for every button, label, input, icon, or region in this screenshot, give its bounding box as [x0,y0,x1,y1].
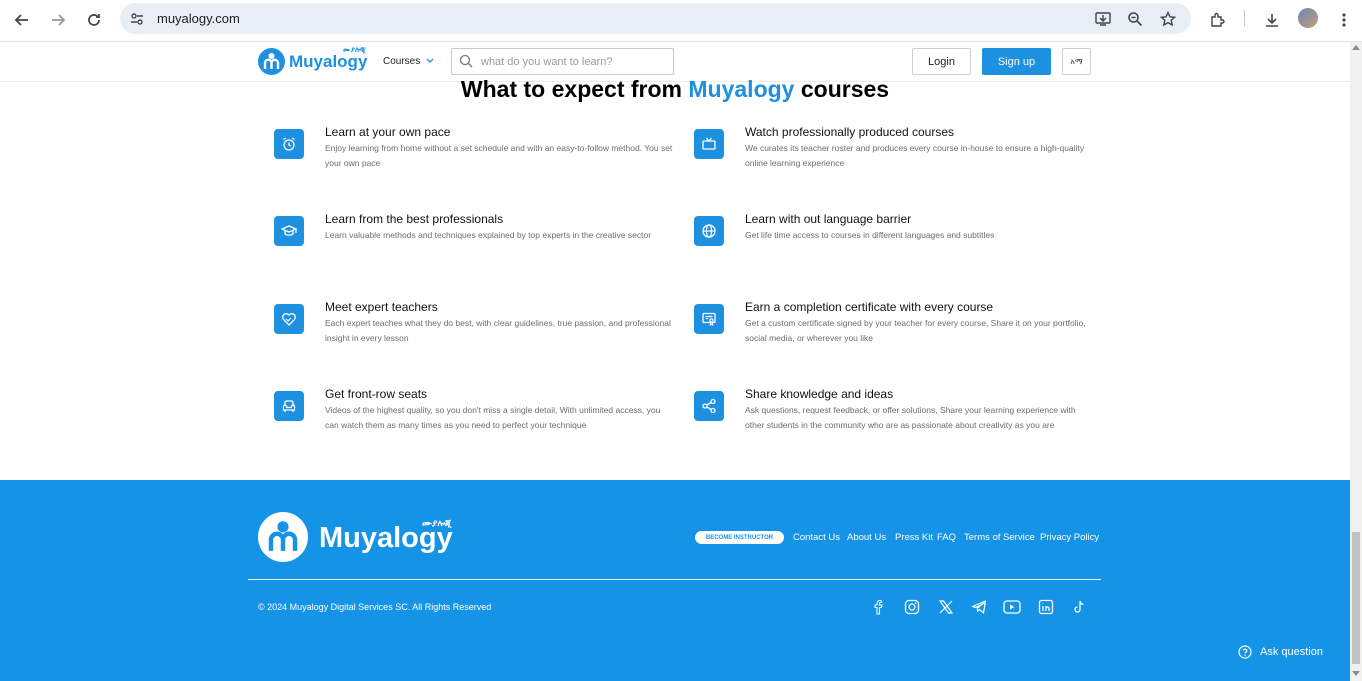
graduation-cap-icon [274,216,304,246]
footer-logo-subtext: ሙያሎጂ [422,518,452,528]
globe-icon [694,216,724,246]
certificate-icon [694,304,724,334]
telegram-icon[interactable] [970,598,988,616]
toolbar-separator [1244,10,1245,26]
logo-mark-icon[interactable] [258,48,285,75]
search-icon [459,54,473,73]
address-bar[interactable]: muyalogy.com [120,3,1191,34]
search-input[interactable]: what do you want to learn? [451,48,674,75]
more-menu-icon[interactable] [1330,6,1358,34]
feature-title: Learn with out language barrier [745,212,912,226]
become-instructor-button[interactable]: BECOME INSTRUCTOR [695,531,784,544]
language-button[interactable]: አማ [1062,48,1091,75]
profile-avatar[interactable] [1298,8,1318,28]
footer-link-terms[interactable]: Terms of Service [964,532,1035,543]
back-arrow-icon[interactable] [8,6,36,34]
footer-divider [248,579,1101,580]
section-title-accent: Muyalogy [688,76,795,102]
scroll-down-arrow-icon[interactable] [1352,671,1360,676]
forward-arrow-icon[interactable] [44,6,72,34]
footer-link-press-kit[interactable]: Press Kit [895,532,933,543]
url-text: muyalogy.com [157,11,240,26]
section-title-prefix: What to expect from [460,76,689,102]
youtube-icon[interactable] [1003,598,1021,616]
signup-button[interactable]: Sign up [982,48,1051,75]
browser-toolbar: muyalogy.com [0,0,1362,42]
tv-icon [694,129,724,159]
feature-title: Meet expert teachers [325,300,438,314]
linkedin-icon[interactable] [1037,598,1055,616]
facebook-icon[interactable] [870,598,888,616]
search-placeholder: what do you want to learn? [481,56,613,68]
footer-link-contact[interactable]: Contact Us [793,532,840,543]
page-scrollbar[interactable] [1350,42,1362,681]
feature-description: Get life time access to courses in diffe… [745,230,995,240]
feature-description: We curates its teacher roster and produc… [745,143,1085,168]
feature-description: Videos of the highest quality, so you do… [325,405,661,430]
zoom-icon[interactable] [1123,7,1147,31]
feature-description: Each expert teaches what they do best, w… [325,318,671,343]
install-app-icon[interactable] [1091,7,1115,31]
feature-title: Watch professionally produced courses [745,125,954,139]
armchair-icon [274,391,304,421]
ask-question-button[interactable]: Ask question [1238,645,1323,659]
section-title-suffix: courses [794,76,890,102]
footer-link-about[interactable]: About Us [847,532,886,543]
feature-title: Learn from the best professionals [325,212,504,226]
copyright-text: © 2024 Muyalogy Digital Services SC. All… [258,602,492,612]
feature-description: Enjoy learning from home without a set s… [325,143,673,168]
extensions-icon[interactable] [1204,6,1232,34]
feature-title: Get front-row seats [325,387,428,401]
tiktok-icon[interactable] [1070,598,1088,616]
footer-link-privacy[interactable]: Privacy Policy [1040,532,1099,543]
courses-menu-label: Courses [383,56,421,67]
login-button[interactable]: Login [912,48,971,75]
heart-handshake-icon [274,304,304,334]
section-title: What to expect from Muyalogy courses [0,76,1350,103]
logo-subtext: ሙያሎጂ [343,47,367,54]
bookmark-star-icon[interactable] [1156,7,1180,31]
logo-text[interactable]: Muyalogy [289,52,367,72]
site-footer: Muyalogy ሙያሎጂ BECOME INSTRUCTOR Contact … [0,480,1350,681]
share-icon [694,391,724,421]
site-settings-icon[interactable] [125,7,149,31]
feature-description: Ask questions, request feedback, or offe… [745,405,1076,430]
help-circle-icon [1238,645,1252,659]
courses-menu[interactable]: Courses [383,56,434,67]
downloads-icon[interactable] [1258,6,1286,34]
scroll-up-arrow-icon[interactable] [1352,45,1360,50]
feature-description: Get a custom certificate signed by your … [745,318,1086,343]
feature-title: Share knowledge and ideas [745,387,894,401]
alarm-clock-icon [274,129,304,159]
ask-question-label: Ask question [1260,646,1323,658]
x-twitter-icon[interactable] [937,598,955,616]
feature-title: Earn a completion certificate with every… [745,300,994,314]
feature-description: Learn valuable methods and techniques ex… [325,230,652,240]
footer-logo-mark-icon[interactable] [258,512,308,562]
instagram-icon[interactable] [903,598,921,616]
chevron-down-icon [426,58,434,63]
scroll-thumb[interactable] [1352,532,1360,664]
feature-title: Learn at your own pace [325,125,451,139]
reload-icon[interactable] [80,6,108,34]
footer-link-faq[interactable]: FAQ [937,532,956,543]
